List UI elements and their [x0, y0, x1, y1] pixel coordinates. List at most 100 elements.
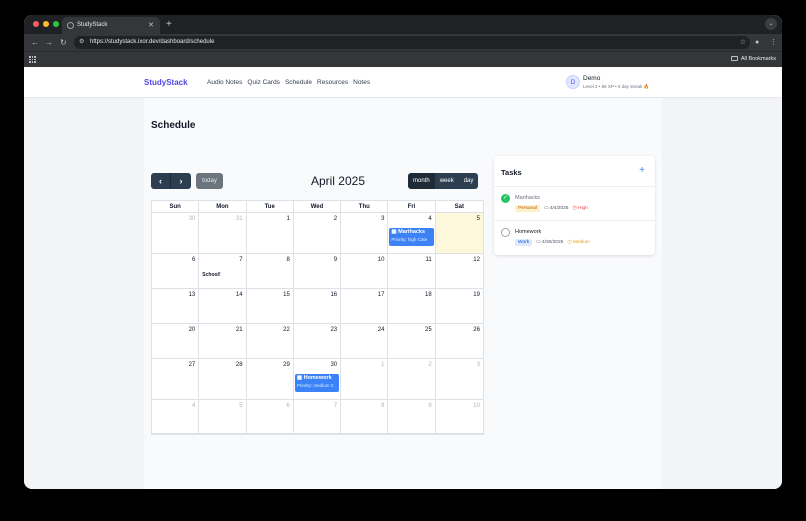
day-number[interactable]: 30 [330, 362, 337, 368]
bookmark-star-icon[interactable]: ☆ [740, 36, 746, 49]
calendar-day-cell[interactable]: 19 [435, 289, 483, 324]
day-number[interactable]: 24 [378, 327, 385, 333]
calendar-day-cell[interactable]: 26 [435, 324, 483, 359]
calendar-day-cell[interactable]: 16 [293, 289, 342, 324]
view-week-button[interactable]: week [434, 173, 459, 189]
day-number[interactable]: 13 [189, 292, 196, 298]
day-number[interactable]: 9 [334, 257, 337, 263]
calendar-event[interactable]: ▦ Marihacks Priority: high Cate [389, 228, 434, 246]
calendar-day-cell[interactable]: 1 [246, 213, 294, 254]
site-info-icon[interactable]: ⚙ [79, 36, 84, 49]
calendar-day-cell[interactable]: 20 [152, 324, 200, 359]
calendar-day-cell[interactable]: 2 [388, 359, 436, 400]
day-number[interactable]: 1 [381, 362, 384, 368]
day-number[interactable]: 27 [189, 362, 196, 368]
apps-grid-icon[interactable] [29, 56, 36, 63]
day-number[interactable]: 9 [428, 403, 431, 409]
day-number[interactable]: 6 [287, 403, 290, 409]
calendar-day-cell[interactable]: 4 [152, 400, 200, 434]
reload-icon[interactable]: ↻ [60, 34, 67, 51]
calendar-day-cell[interactable]: 18 [388, 289, 436, 324]
day-number[interactable]: 19 [473, 292, 480, 298]
calendar-day-cell[interactable]: 15 [246, 289, 294, 324]
address-bar[interactable]: ⚙ https://studystack.ixor.dev/dashboard/… [74, 36, 750, 49]
avatar[interactable]: D [566, 75, 580, 89]
day-number[interactable]: 20 [189, 327, 196, 333]
calendar-day-cell[interactable]: 9 [388, 400, 436, 434]
calendar-day-cell[interactable]: 23 [293, 324, 342, 359]
calendar-day-cell[interactable]: 14 [199, 289, 247, 324]
day-number[interactable]: 8 [287, 257, 290, 263]
calendar-day-cell[interactable]: 13 [152, 289, 200, 324]
nav-audio-notes[interactable]: Audio Notes [207, 67, 242, 98]
day-number[interactable]: 29 [283, 362, 290, 368]
day-number[interactable]: 6 [192, 257, 195, 263]
prev-month-button[interactable]: ‹ [151, 173, 171, 189]
calendar-day-cell[interactable]: 8 [341, 400, 389, 434]
nav-resources[interactable]: Resources [317, 67, 348, 98]
calendar-day-cell[interactable]: 11 [388, 254, 436, 289]
day-number[interactable]: 25 [425, 327, 432, 333]
day-number[interactable]: 18 [425, 292, 432, 298]
calendar-day-cell[interactable]: 8 [246, 254, 294, 289]
forward-arrow-icon[interactable]: → [45, 34, 53, 51]
calendar-day-cell[interactable]: 2 [293, 213, 342, 254]
calendar-day-cell[interactable]: 30 ▦ Homework Priority: medium C [293, 359, 342, 400]
browser-tab[interactable]: StudyStack ✕ [62, 17, 160, 34]
day-number[interactable]: 12 [473, 257, 480, 263]
calendar-day-cell[interactable]: 5 [435, 213, 483, 254]
calendar-day-cell[interactable]: 31 [199, 213, 247, 254]
day-number[interactable]: 30 [189, 216, 196, 222]
brand-logo[interactable]: StudyStack [144, 67, 188, 98]
calendar-day-cell[interactable]: 10 [341, 254, 389, 289]
day-number[interactable]: 4 [192, 403, 195, 409]
day-number[interactable]: 15 [283, 292, 290, 298]
minimize-window-button[interactable] [43, 21, 49, 27]
url-text[interactable]: https://studystack.ixor.dev/dashboard/sc… [90, 36, 214, 49]
day-number[interactable]: 14 [236, 292, 243, 298]
close-tab-icon[interactable]: ✕ [148, 17, 154, 34]
calendar-day-cell[interactable]: 24 [341, 324, 389, 359]
calendar-day-cell[interactable]: 27 [152, 359, 200, 400]
task-item[interactable]: Homework Work ▭ 4/30/2025 ◷ Medium [494, 220, 655, 254]
calendar-day-cell[interactable]: 1 [341, 359, 389, 400]
task-item[interactable]: ✓ Marihacks Personal ▭ 4/4/2025 ◷ High [494, 186, 655, 220]
nav-quiz-cards[interactable]: Quiz Cards [247, 67, 280, 98]
back-arrow-icon[interactable]: ← [31, 34, 39, 51]
add-task-button[interactable]: + [639, 165, 645, 176]
day-number[interactable]: 28 [236, 362, 243, 368]
maximize-window-button[interactable] [53, 21, 59, 27]
calendar-day-cell[interactable]: 4 ▦ Marihacks Priority: high Cate [388, 213, 436, 254]
day-number[interactable]: 8 [381, 403, 384, 409]
next-month-button[interactable]: › [171, 173, 191, 189]
menu-kebab-icon[interactable]: ⋮ [770, 34, 777, 51]
day-number[interactable]: 21 [236, 327, 243, 333]
day-number[interactable]: 3 [477, 362, 480, 368]
day-number[interactable]: 26 [473, 327, 480, 333]
calendar-day-cell[interactable]: 6 [246, 400, 294, 434]
all-bookmarks-button[interactable]: All Bookmarks [730, 52, 776, 67]
profile-icon[interactable]: ● [755, 34, 759, 51]
day-number[interactable]: 2 [428, 362, 431, 368]
calendar-day-cell[interactable]: 17 [341, 289, 389, 324]
calendar-day-cell[interactable]: 12 [435, 254, 483, 289]
calendar-day-cell[interactable]: 10 [435, 400, 483, 434]
day-number[interactable]: 2 [334, 216, 337, 222]
calendar-day-cell[interactable]: 7 [293, 400, 342, 434]
calendar-day-cell[interactable]: 6 [152, 254, 200, 289]
calendar-day-cell[interactable]: 21 [199, 324, 247, 359]
day-number[interactable]: 5 [477, 216, 480, 222]
view-day-button[interactable]: day [458, 173, 479, 189]
today-button[interactable]: today [196, 173, 223, 189]
day-number[interactable]: 5 [239, 403, 242, 409]
day-number[interactable]: 4 [428, 216, 431, 222]
nav-notes[interactable]: Notes [353, 67, 370, 98]
calendar-day-cell[interactable]: 9 [293, 254, 342, 289]
calendar-day-cell[interactable]: 3 [435, 359, 483, 400]
tab-search-button[interactable]: ⌄ [765, 18, 777, 30]
day-number[interactable]: 11 [425, 257, 431, 263]
checkmark-icon[interactable]: ✓ [501, 194, 510, 203]
calendar-day-cell[interactable]: 25 [388, 324, 436, 359]
calendar-day-cell[interactable]: 7 School! [199, 254, 247, 289]
day-number[interactable]: 22 [283, 327, 290, 333]
